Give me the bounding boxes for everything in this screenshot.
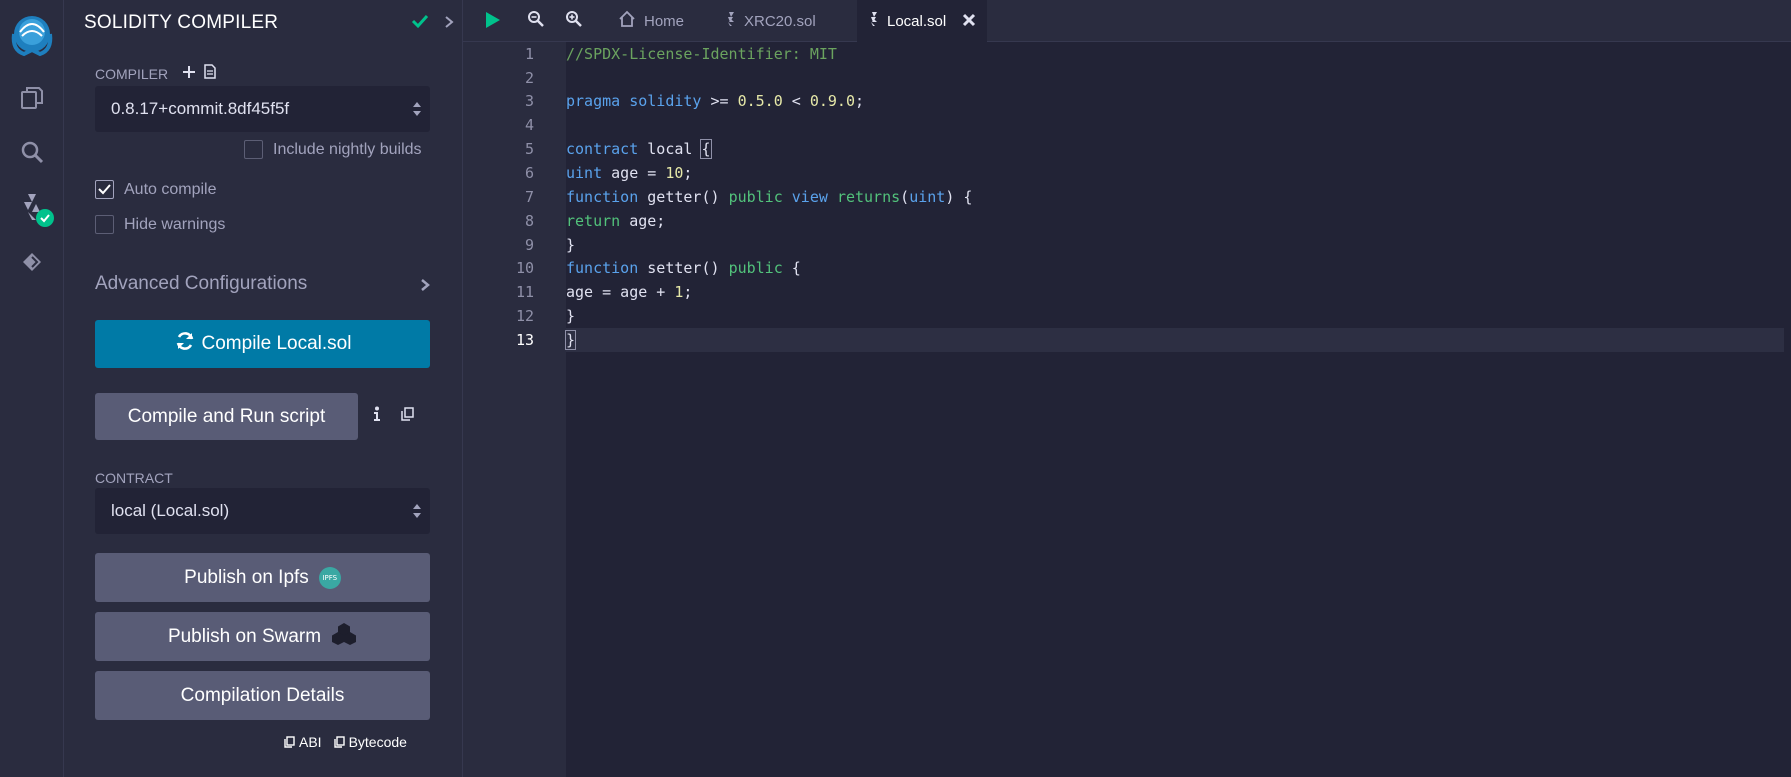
contract-select[interactable]: local (Local.sol) xyxy=(95,488,430,534)
copy-icon[interactable] xyxy=(401,407,414,426)
line-number: 11 xyxy=(515,283,534,301)
compiler-version-value: 0.8.17+commit.8df45f5f xyxy=(111,99,290,118)
line-number: 1 xyxy=(524,45,534,63)
line-number: 2 xyxy=(524,69,534,87)
chevron-right-icon xyxy=(420,276,430,298)
add-compiler-icon[interactable] xyxy=(182,65,196,84)
tab-local[interactable]: Local.sol xyxy=(857,0,987,42)
compilation-details-label: Compilation Details xyxy=(180,684,345,706)
editor-topbar: Home XRC20.sol Local.sol xyxy=(463,0,1791,42)
contract-value: local (Local.sol) xyxy=(111,501,230,520)
publish-swarm-button[interactable]: Publish on Swarm xyxy=(95,612,430,661)
auto-compile-row[interactable]: Auto compile xyxy=(95,180,217,199)
code-line: return age; xyxy=(566,212,666,230)
advanced-configurations-label: Advanced Configurations xyxy=(95,273,308,294)
bytecode-label: Bytecode xyxy=(348,734,407,750)
code-line: function setter() public { xyxy=(566,259,801,277)
code-line: } xyxy=(566,307,576,325)
line-number-gutter: 1 2 3 4 5 6 7 8 9 10 11 12 13 xyxy=(463,42,566,777)
file-icon[interactable] xyxy=(204,64,216,84)
hide-warnings-row[interactable]: Hide warnings xyxy=(95,215,225,234)
home-icon xyxy=(618,10,636,32)
compiler-panel: SOLIDITY COMPILER COMPILER 0.8.17+commit… xyxy=(64,0,463,777)
swarm-icon xyxy=(331,622,357,652)
deploy-run-icon[interactable] xyxy=(0,238,64,286)
line-number: 12 xyxy=(515,307,534,325)
hide-warnings-label: Hide warnings xyxy=(124,215,226,233)
code-editor[interactable]: //SPDX-License-Identifier: MIT pragma so… xyxy=(564,42,1791,777)
auto-compile-label: Auto compile xyxy=(124,180,217,198)
compiler-tools xyxy=(182,64,216,84)
code-line: //SPDX-License-Identifier: MIT xyxy=(566,45,837,63)
line-number: 3 xyxy=(524,92,534,110)
active-line-highlight xyxy=(566,328,1784,352)
code-line: function getter() public view returns(ui… xyxy=(566,188,973,206)
compile-and-run-button[interactable]: Compile and Run script xyxy=(95,393,358,440)
code-line: contract local { xyxy=(566,139,712,159)
check-icon xyxy=(411,13,429,34)
code-line: age = age + 1; xyxy=(566,283,693,301)
include-nightly-label: Include nightly builds xyxy=(273,140,422,158)
compiled-check-icon xyxy=(36,209,54,227)
line-number: 10 xyxy=(515,259,534,277)
tab-local-label: Local.sol xyxy=(887,12,947,30)
publish-ipfs-label: Publish on Ipfs xyxy=(184,566,309,588)
compile-button[interactable]: Compile Local.sol xyxy=(95,320,430,368)
code-line: pragma solidity >= 0.5.0 < 0.9.0; xyxy=(566,92,865,110)
zoom-in-icon[interactable] xyxy=(565,10,583,33)
abi-label: ABI xyxy=(299,734,322,750)
search-icon[interactable] xyxy=(0,128,64,176)
line-number: 8 xyxy=(524,212,534,230)
icon-rail xyxy=(0,0,64,777)
include-nightly-row[interactable]: Include nightly builds xyxy=(244,140,422,159)
close-icon[interactable] xyxy=(961,12,977,32)
tab-home-label: Home xyxy=(644,12,685,30)
refresh-icon xyxy=(174,330,196,358)
line-number: 7 xyxy=(524,188,534,206)
code-line: } xyxy=(566,236,576,254)
hide-warnings-checkbox[interactable] xyxy=(95,215,114,234)
copy-abi-link[interactable]: ABI xyxy=(284,734,322,750)
line-number: 6 xyxy=(524,164,534,182)
file-explorer-icon[interactable] xyxy=(0,74,64,122)
include-nightly-checkbox[interactable] xyxy=(244,140,263,159)
tab-xrc20-label: XRC20.sol xyxy=(744,12,816,30)
line-number: 9 xyxy=(524,236,534,254)
advanced-configurations-toggle[interactable]: Advanced Configurations xyxy=(95,272,430,296)
panel-header: SOLIDITY COMPILER xyxy=(84,10,454,36)
compile-button-label: Compile Local.sol xyxy=(201,333,352,354)
tab-home[interactable]: Home xyxy=(606,0,696,42)
copy-links: ABI Bytecode xyxy=(284,734,407,750)
line-number: 4 xyxy=(524,116,534,134)
solidity-icon xyxy=(726,11,736,31)
compilation-details-button[interactable]: Compilation Details xyxy=(95,671,430,720)
select-arrows-icon xyxy=(412,100,422,123)
ipfs-icon: IPFS xyxy=(318,566,341,589)
line-number: 5 xyxy=(524,140,534,158)
code-line: uint age = 10; xyxy=(566,164,693,182)
info-icon[interactable] xyxy=(373,406,381,427)
solidity-compiler-icon[interactable] xyxy=(0,183,64,231)
chevron-right-icon[interactable] xyxy=(444,15,454,34)
tab-xrc20[interactable]: XRC20.sol xyxy=(714,0,828,42)
publish-swarm-label: Publish on Swarm xyxy=(167,625,322,647)
code-line: } xyxy=(564,330,577,350)
run-script-icon[interactable] xyxy=(483,10,503,35)
solidity-icon xyxy=(869,11,879,31)
zoom-out-icon[interactable] xyxy=(527,10,545,33)
remix-logo-icon[interactable] xyxy=(0,8,64,62)
auto-compile-checkbox[interactable] xyxy=(95,180,114,199)
publish-ipfs-button[interactable]: Publish on Ipfs IPFS xyxy=(95,553,430,602)
select-arrows-icon xyxy=(412,502,422,525)
compiler-label: COMPILER xyxy=(95,66,169,82)
line-number-active: 13 xyxy=(515,331,534,349)
compile-and-run-label: Compile and Run script xyxy=(127,405,326,427)
copy-bytecode-link[interactable]: Bytecode xyxy=(333,734,407,750)
contract-label: CONTRACT xyxy=(95,470,173,486)
panel-title: SOLIDITY COMPILER xyxy=(84,12,279,33)
compiler-version-select[interactable]: 0.8.17+commit.8df45f5f xyxy=(95,86,430,132)
